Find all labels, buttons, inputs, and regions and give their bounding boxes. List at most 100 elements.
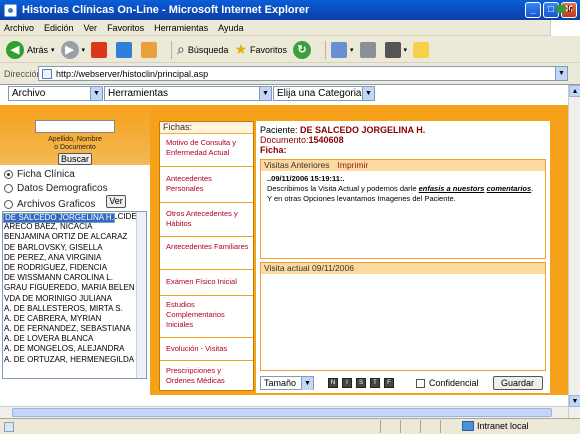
list-item[interactable]: BENJAMINA ORTIZ DE ALCARAZ [3, 232, 146, 242]
print-link[interactable]: Imprimir [338, 160, 369, 171]
ficha-antecedentes-familiares[interactable]: Antecedentes Familiares [166, 242, 250, 252]
ficha-evolucion-visitas[interactable]: Evolución - Visitas [166, 344, 250, 354]
list-item-selected[interactable]: DE SALCEDO JORGELINA H. [3, 213, 115, 224]
chevron-down-icon[interactable]: ▼ [555, 67, 567, 80]
page-content: Archivo ▼ Herramientas ▼ Elija una Categor… [0, 84, 580, 419]
minimize-button[interactable]: _ [525, 2, 541, 18]
go-arrow-icon [557, 5, 565, 13]
previous-visits-tab[interactable]: Visitas Anteriores [264, 160, 330, 171]
menu-ver[interactable]: Ver [84, 23, 98, 33]
status-bar: Intranet local [0, 418, 580, 434]
patient-list[interactable]: ARCE CHAPARRO, PEDRO ALCIDES ARECO BAEZ,… [2, 211, 147, 379]
chevron-down-icon[interactable]: ▼ [301, 377, 313, 390]
ficha-estudios-complementarios[interactable]: Estudios Complementarios Iniciales [166, 300, 250, 330]
underline-button[interactable]: S [356, 378, 366, 388]
search-label: Búsqueda [187, 44, 229, 55]
edit-button[interactable]: ▾ [384, 41, 408, 58]
history-button[interactable]: ↻ [293, 40, 314, 59]
browser-toolbar: ◀ Atrás ▾ ▶ ▾ ⌕ Búsqueda ★ Favoritos ↻ ▾… [0, 37, 580, 63]
chevron-down-icon[interactable]: ▾ [350, 46, 354, 54]
chevron-down-icon[interactable]: ▼ [90, 87, 102, 100]
list-item[interactable]: GRAU FIGUEREDO, MARIA BELEN [3, 283, 146, 293]
forward-button[interactable]: ▶ ▾ [60, 40, 86, 59]
previous-visits-header: Visitas Anteriores Imprimir [261, 160, 545, 171]
refresh-button[interactable] [116, 41, 135, 58]
window-title: Historias Clínicas On-Line - Microsoft I… [22, 4, 310, 16]
chevron-down-icon[interactable]: ▾ [51, 46, 55, 54]
main-area: Fichas: Motivo de Consulta y Enfermedad … [150, 105, 568, 395]
list-item[interactable]: DE RODRIGUEZ, FIDENCIA [3, 263, 146, 273]
font-size-select[interactable]: Tamaño ▼ [260, 376, 314, 390]
print-button[interactable] [359, 41, 379, 58]
current-visit-box[interactable]: Visita actual 09/11/2006 [260, 262, 546, 371]
list-item[interactable]: A. DE ORTUZAR, HERMENEGILDA [3, 355, 146, 365]
list-item[interactable]: VDA DE MORINIGO JULIANA [3, 294, 146, 304]
search-button[interactable]: Buscar [58, 153, 92, 165]
history-icon: ↻ [293, 40, 312, 59]
forward-arrow-icon: ▶ [60, 40, 79, 59]
search-button[interactable]: ⌕ Búsqueda [177, 41, 228, 58]
go-label: Ir [567, 4, 573, 14]
patient-document: 1540608 [308, 135, 344, 145]
menu-archivo[interactable]: Archivo [4, 23, 34, 33]
list-item[interactable]: DE PEREZ, ANA VIRGINIA [3, 253, 146, 263]
search-input[interactable] [35, 120, 115, 133]
back-button[interactable]: ◀ Atrás ▾ [6, 40, 55, 59]
favorites-button[interactable]: ★ Favoritos [234, 41, 287, 58]
chevron-down-icon[interactable]: ▼ [259, 87, 271, 100]
scroll-up-icon[interactable]: ▲ [569, 85, 580, 97]
chevron-down-icon[interactable]: ▾ [82, 46, 86, 54]
herramientas-select[interactable]: Herramientas ▼ [104, 86, 272, 101]
chevron-down-icon[interactable]: ▼ [362, 87, 374, 100]
ficha-antecedentes-personales[interactable]: Antecedentes Personales [166, 174, 250, 194]
stop-button[interactable] [91, 41, 110, 58]
categoria-select[interactable]: Elija una Categoria ▼ [273, 86, 375, 101]
status-segment [440, 420, 460, 433]
list-item[interactable]: A. DE LOVERA BLANCA [3, 334, 146, 344]
ficha-motivo-consulta[interactable]: Motivo de Consulta y Enfermedad Actual [166, 138, 250, 158]
scroll-down-icon[interactable]: ▼ [569, 395, 580, 407]
mail-button[interactable]: ▾ [331, 41, 354, 58]
ficha-examen-fisico[interactable]: Exámen Físico Inicial [166, 277, 250, 287]
print-icon [359, 41, 376, 58]
font-button[interactable]: F [384, 378, 394, 388]
ficha-otros-antecedentes[interactable]: Otros Antecedentes y Hábitos [166, 209, 250, 229]
messenger-button[interactable] [413, 41, 432, 58]
list-item[interactable]: DE BARLOVSKY, GISELLA [3, 243, 146, 253]
back-arrow-icon: ◀ [6, 40, 24, 59]
confidential-checkbox[interactable] [416, 378, 425, 388]
radio-archivos-graficos[interactable]: Archivos Graficos [4, 199, 95, 210]
list-scrollbar[interactable] [136, 212, 146, 378]
go-button[interactable]: Ir [557, 4, 573, 14]
bold-button[interactable]: N [328, 378, 338, 388]
home-icon [141, 41, 158, 58]
save-button[interactable]: Guardar [492, 376, 543, 390]
mail-icon [331, 41, 348, 58]
list-item[interactable]: A. DE MONGELOS, ALEJANDRA [3, 344, 146, 354]
archivo-select[interactable]: Archivo ▼ [8, 86, 103, 101]
address-input[interactable]: http://webserver/histoclin/principal.asp… [38, 66, 568, 81]
italic-button[interactable]: I [342, 378, 352, 388]
radio-datos-demograficos[interactable]: Datos Demograficos [4, 183, 108, 194]
chevron-down-icon[interactable]: ▾ [404, 46, 408, 54]
menu-ayuda[interactable]: Ayuda [218, 23, 243, 33]
ver-button[interactable]: Ver [106, 195, 126, 208]
list-item[interactable]: A. DE BALLESTEROS, MIRTA S. [3, 304, 146, 314]
ficha-prescripciones[interactable]: Prescripciones y Ordenes Médicas [166, 366, 250, 386]
list-item[interactable]: A. DE CABRERA, MYRIAN [3, 314, 146, 324]
page-vertical-scrollbar[interactable]: ▲ ▼ [568, 85, 580, 419]
status-segment [420, 420, 440, 433]
menu-herramientas[interactable]: Herramientas [154, 23, 208, 33]
menu-favoritos[interactable]: Favoritos [107, 23, 144, 33]
scroll-thumb[interactable] [12, 408, 552, 417]
page-horizontal-scrollbar[interactable] [0, 406, 568, 418]
format-button[interactable]: T [370, 378, 380, 388]
star-icon: ★ [234, 41, 247, 57]
home-button[interactable] [141, 41, 160, 58]
radio-ficha-clinica[interactable]: Ficha Clínica [4, 169, 75, 180]
list-item[interactable]: DE WISSMANN CAROLINA L. [3, 273, 146, 283]
list-item[interactable]: A. DE FERNANDEZ, SEBASTIANA [3, 324, 146, 334]
menu-edicion[interactable]: Edición [44, 23, 74, 33]
current-visit-header: Visita actual 09/11/2006 [261, 263, 545, 274]
list-item[interactable]: ARECO BAEZ, NICACIA [3, 222, 146, 232]
